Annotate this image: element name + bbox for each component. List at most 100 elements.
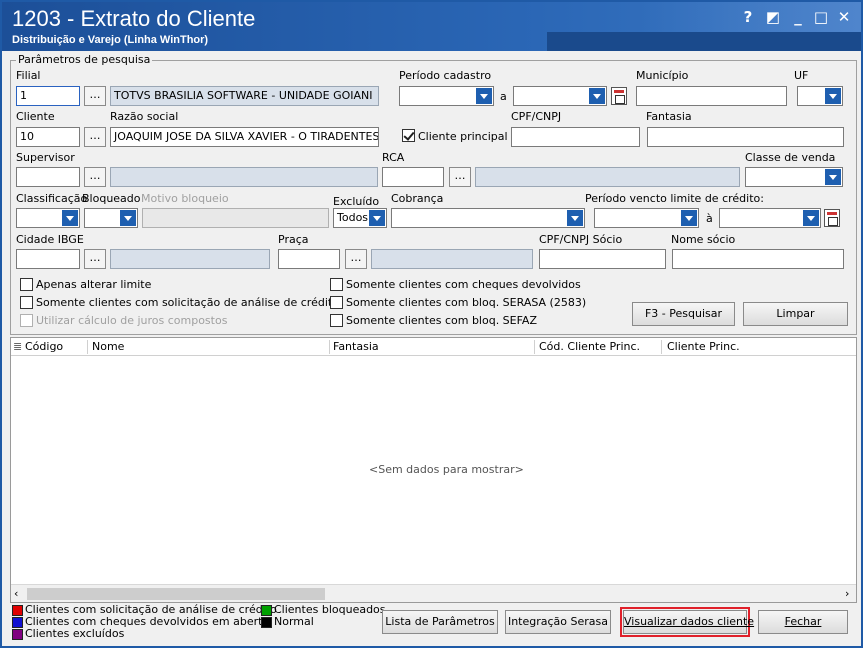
razao-social-label: Razão social (110, 110, 179, 123)
horizontal-scrollbar[interactable]: ‹ › (11, 584, 856, 602)
fantasia-input[interactable] (647, 127, 844, 147)
cidade-ibge-label: Cidade IBGE (16, 233, 84, 246)
supervisor-name-field (110, 167, 378, 187)
rca-input[interactable] (382, 167, 444, 187)
window-title: 1203 - Extrato do Cliente (12, 6, 256, 31)
classe-venda-label: Classe de venda (745, 151, 836, 164)
title-decoration-bar (547, 32, 861, 51)
periodo-vencto-to-select[interactable] (719, 208, 821, 228)
rca-lookup-button[interactable]: … (449, 167, 471, 187)
scrollbar-thumb[interactable] (27, 588, 325, 600)
chevron-down-icon (681, 210, 697, 226)
nome-socio-label: Nome sócio (671, 233, 736, 246)
fechar-button[interactable]: Fechar (758, 610, 848, 634)
legend-label-normal: Normal (274, 615, 314, 628)
municipio-input[interactable] (636, 86, 787, 106)
cobranca-label: Cobrança (391, 192, 444, 205)
periodo-cadastro-to-select[interactable] (513, 86, 607, 106)
periodo-cadastro-from-select[interactable] (399, 86, 494, 106)
help-button[interactable]: ? (739, 8, 757, 26)
pesquisar-button[interactable]: F3 - Pesquisar (632, 302, 735, 326)
col-nome[interactable]: Nome (92, 340, 124, 353)
scroll-left-icon[interactable]: ‹ (14, 587, 18, 600)
filial-lookup-button[interactable]: … (84, 86, 106, 106)
legend-swatch-normal (261, 617, 272, 628)
calendar-icon[interactable] (611, 87, 627, 105)
chevron-down-icon (589, 88, 605, 104)
maximize-button[interactable]: □ (812, 8, 830, 26)
excluido-label: Excluído (333, 195, 380, 208)
cpf-cnpj-label: CPF/CNPJ (511, 110, 562, 123)
somente-solicitacao-checkbox[interactable] (20, 296, 33, 309)
cpf-cnpj-socio-input[interactable] (539, 249, 666, 269)
supervisor-input[interactable] (16, 167, 80, 187)
cliente-input[interactable]: 10 (16, 127, 80, 147)
scroll-right-icon[interactable]: › (845, 587, 849, 600)
legend-label-excluidos: Clientes excluídos (25, 627, 125, 640)
cliente-lookup-button[interactable]: … (84, 127, 106, 147)
uf-select[interactable] (797, 86, 843, 106)
restore-icon-button[interactable]: ◩ (764, 8, 782, 26)
integracao-serasa-button[interactable]: Integração Serasa (505, 610, 611, 634)
grid-header: ≣ Código Nome Fantasia Cód. Cliente Prin… (11, 338, 856, 356)
classificacao-select[interactable] (16, 208, 80, 228)
search-params-title: Parâmetros de pesquisa (16, 53, 153, 66)
col-codigo[interactable]: Código (25, 340, 63, 353)
somente-cheques-label: Somente clientes com cheques devolvidos (346, 278, 581, 291)
praca-input[interactable] (278, 249, 340, 269)
close-button[interactable]: ✕ (835, 8, 853, 26)
uf-label: UF (794, 69, 809, 82)
col-fantasia[interactable]: Fantasia (333, 340, 379, 353)
cobranca-select[interactable] (391, 208, 585, 228)
somente-serasa-checkbox[interactable] (330, 296, 343, 309)
legend-swatch-excluidos (12, 629, 23, 640)
rca-name-field (475, 167, 740, 187)
chevron-down-icon (120, 210, 136, 226)
cidade-ibge-lookup-button[interactable]: … (84, 249, 106, 269)
chevron-down-icon (803, 210, 819, 226)
utilizar-calculo-label: Utilizar cálculo de juros compostos (36, 314, 228, 327)
excluido-select[interactable]: Todos (333, 208, 387, 228)
classe-venda-select[interactable] (745, 167, 843, 187)
somente-cheques-checkbox[interactable] (330, 278, 343, 291)
motivo-bloqueio-label: Motivo bloqueio (141, 192, 229, 205)
praca-name-field (371, 249, 533, 269)
legend-swatch-solicitacao (12, 605, 23, 616)
motivo-bloqueio-input (142, 208, 329, 228)
periodo-vencto-from-select[interactable] (594, 208, 699, 228)
periodo-vencto-sep: à (706, 212, 713, 225)
col-cod-cliente-princ[interactable]: Cód. Cliente Princ. (539, 340, 640, 353)
praca-lookup-button[interactable]: … (345, 249, 367, 269)
col-cliente-princ[interactable]: Cliente Princ. (667, 340, 740, 353)
bloqueado-select[interactable] (84, 208, 138, 228)
cliente-label: Cliente (16, 110, 55, 123)
periodo-vencto-label: Período vencto limite de crédito: (585, 192, 764, 205)
cpf-cnpj-input[interactable] (511, 127, 640, 147)
visualizar-dados-cliente-button[interactable]: Visualizar dados cliente (623, 610, 754, 634)
supervisor-lookup-button[interactable]: … (84, 167, 106, 187)
filial-label: Filial (16, 69, 41, 82)
filial-input[interactable]: 1 (16, 86, 80, 106)
cidade-ibge-input[interactable] (16, 249, 80, 269)
window-subtitle: Distribuição e Varejo (Linha WinThor) (12, 34, 209, 46)
limpar-button[interactable]: Limpar (743, 302, 848, 326)
main-window: 1203 - Extrato do Cliente Distribuição e… (0, 0, 863, 648)
chevron-down-icon (369, 210, 385, 226)
somente-sefaz-checkbox[interactable] (330, 314, 343, 327)
lista-parametros-button[interactable]: Lista de Parâmetros (382, 610, 498, 634)
legend-swatch-bloqueados (261, 605, 272, 616)
excluido-value: Todos (337, 211, 369, 224)
column-chooser-icon[interactable]: ≣ (13, 340, 22, 353)
classificacao-label: Classificação (16, 192, 88, 205)
nome-socio-input[interactable] (672, 249, 844, 269)
cliente-principal-checkbox[interactable] (402, 129, 415, 142)
razao-social-input[interactable]: JOAQUIM JOSE DA SILVA XAVIER - O TIRADEN… (110, 127, 379, 147)
results-grid[interactable]: ≣ Código Nome Fantasia Cód. Cliente Prin… (10, 337, 857, 603)
apenas-alterar-limite-checkbox[interactable] (20, 278, 33, 291)
col-separator (661, 340, 662, 354)
minimize-button[interactable]: _ (789, 8, 807, 26)
calendar-icon[interactable] (824, 209, 840, 227)
filial-name-field: TOTVS BRASILIA SOFTWARE - UNIDADE GOIANI (110, 86, 379, 106)
periodo-cadastro-sep: a (500, 90, 507, 103)
legend-swatch-cheques (12, 617, 23, 628)
